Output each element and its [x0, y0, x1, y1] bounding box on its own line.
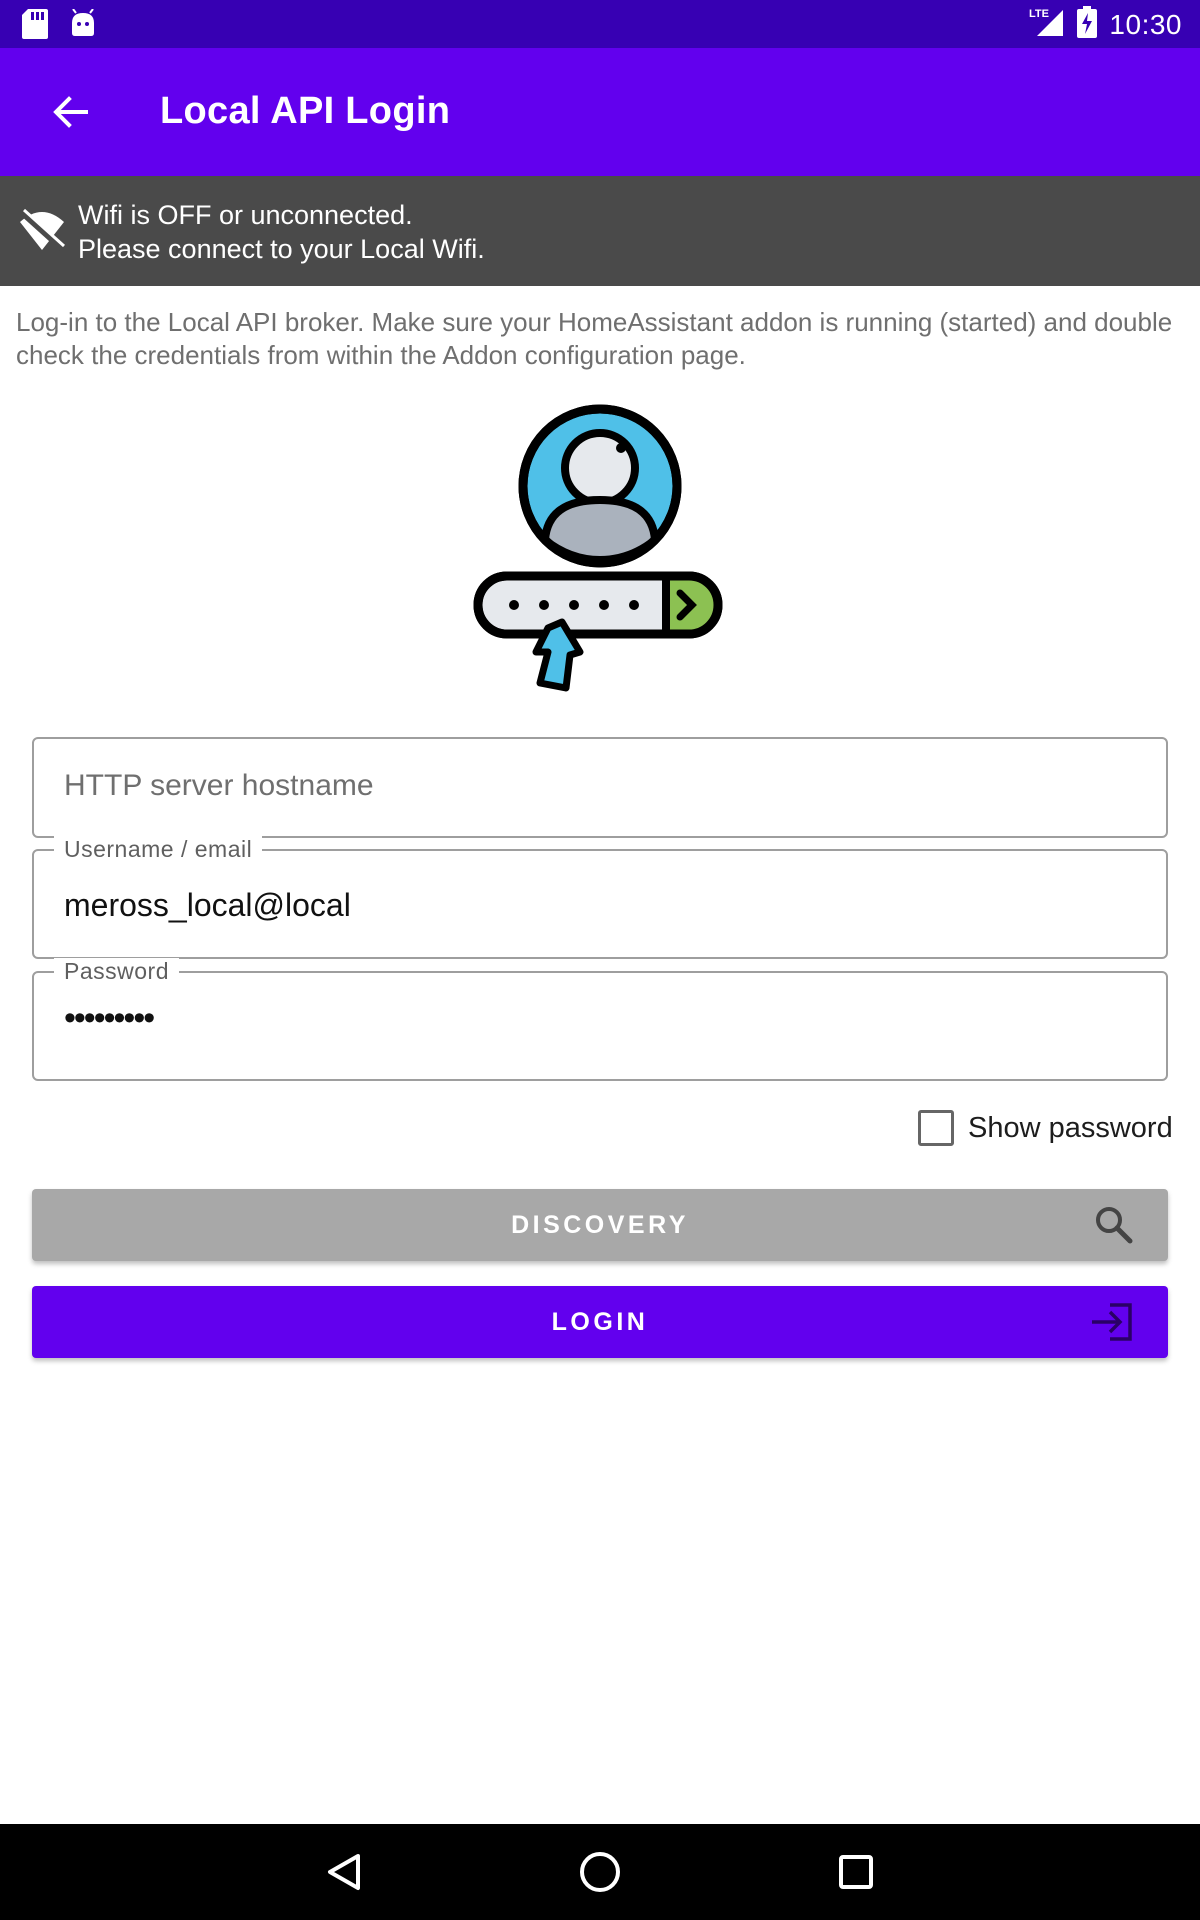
wifi-warning-line2: Please connect to your Local Wifi. — [78, 234, 485, 264]
svg-text:LTE: LTE — [1029, 8, 1049, 20]
wifi-off-icon — [18, 208, 66, 257]
discovery-button-label: DISCOVERY — [511, 1210, 689, 1239]
status-right-icons: LTE 10:30 — [1029, 6, 1182, 43]
nav-back-button[interactable] — [318, 1846, 370, 1898]
system-nav-bar — [0, 1824, 1200, 1920]
nav-recents-button[interactable] — [830, 1846, 882, 1898]
status-bar: LTE 10:30 — [0, 0, 1200, 48]
lte-signal-icon: LTE — [1029, 6, 1065, 43]
search-icon — [1094, 1205, 1134, 1252]
status-left-icons — [22, 8, 96, 44]
user-login-icon — [473, 404, 723, 692]
nav-home-button[interactable] — [574, 1846, 626, 1898]
show-password-toggle[interactable]: Show password — [918, 1110, 1173, 1146]
battery-charging-icon — [1077, 6, 1098, 43]
show-password-label: Show password — [968, 1111, 1173, 1144]
password-input[interactable]: ••••••••• — [64, 999, 155, 1038]
wifi-warning-text: Wifi is OFF or unconnected. Please conne… — [78, 198, 485, 266]
password-label: Password — [54, 958, 179, 985]
login-button[interactable]: LOGIN — [32, 1286, 1168, 1358]
login-button-label: LOGIN — [551, 1307, 649, 1336]
home-circle-icon — [580, 1852, 620, 1892]
username-label: Username / email — [54, 836, 263, 863]
wifi-warning-line1: Wifi is OFF or unconnected. — [78, 200, 413, 230]
arrow-back-icon — [53, 96, 88, 128]
hostname-input[interactable] — [64, 769, 1136, 803]
recents-square-icon — [839, 1855, 873, 1889]
back-button[interactable] — [40, 82, 100, 142]
login-illustration — [470, 400, 730, 700]
page-title: Local API Login — [160, 90, 451, 132]
username-input[interactable]: meross_local@local — [64, 887, 351, 924]
show-password-checkbox[interactable] — [918, 1110, 954, 1146]
login-icon — [1090, 1302, 1134, 1349]
intro-text: Log-in to the Local API broker. Make sur… — [16, 307, 1173, 370]
username-field[interactable]: Username / email meross_local@local — [32, 836, 1168, 959]
password-field[interactable]: Password ••••••••• — [32, 958, 1168, 1081]
hostname-field[interactable] — [32, 737, 1168, 838]
status-time: 10:30 — [1109, 8, 1182, 40]
sd-card-icon — [22, 9, 48, 44]
wifi-warning-banner: Wifi is OFF or unconnected. Please conne… — [0, 176, 1200, 286]
back-triangle-icon — [328, 1854, 360, 1890]
discovery-button[interactable]: DISCOVERY — [32, 1189, 1168, 1261]
app-bar: Local API Login — [0, 48, 1200, 176]
android-debug-icon — [70, 8, 96, 44]
